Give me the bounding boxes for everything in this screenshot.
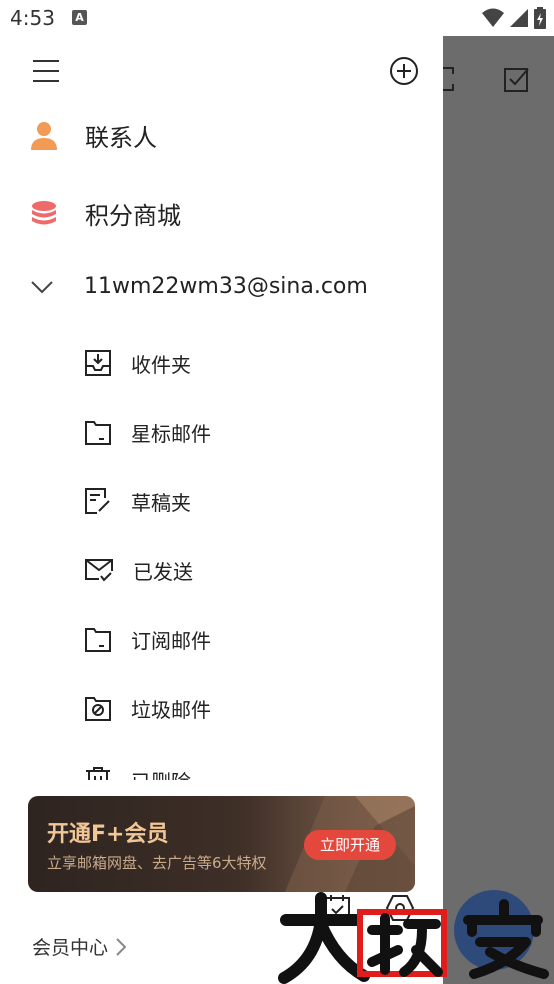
folder-label: 草稿夹 — [131, 490, 191, 515]
spam-folder-icon — [85, 697, 111, 721]
vip-title: 开通F+会员 — [47, 822, 169, 847]
folder-sent[interactable]: 已发送 — [85, 552, 193, 588]
vip-open-button[interactable]: 立即开通 — [304, 830, 396, 860]
vip-subtitle: 立享邮箱网盘、去广告等6大特权 — [47, 854, 267, 872]
member-center-label: 会员中心 — [32, 937, 109, 959]
nav-item-points-mall[interactable]: 积分商城 — [28, 196, 181, 231]
folder-inbox[interactable]: 收件夹 — [85, 345, 191, 381]
status-time: 4:53 — [10, 6, 55, 30]
edit-check-icon — [504, 68, 529, 92]
folder-label: 已发送 — [133, 559, 193, 584]
folder-label: 星标邮件 — [131, 421, 211, 446]
member-center-link[interactable]: 会员中心 — [32, 933, 127, 960]
coins-icon — [32, 200, 56, 224]
add-icon[interactable] — [389, 56, 419, 86]
signal-icon — [510, 9, 528, 27]
status-bar: 4:53 A — [0, 0, 554, 36]
contact-icon — [31, 121, 57, 150]
status-icons — [482, 7, 546, 29]
background-app-overlay[interactable] — [443, 36, 554, 984]
notification-icon: A — [72, 10, 87, 25]
sent-mail-icon — [85, 559, 113, 582]
account-email: 11wm22wm33@sina.com — [84, 274, 368, 299]
navigation-drawer: 联系人 积分商城 11wm22wm33@sina.com 收件夹 星标邮件 草稿… — [0, 36, 443, 984]
trash-icon — [86, 767, 110, 780]
menu-icon[interactable] — [30, 58, 60, 84]
chevron-down-icon — [31, 280, 53, 293]
folder-spam[interactable]: 垃圾邮件 — [85, 690, 211, 726]
folder-list-clip: 已删除 — [0, 758, 443, 780]
scan-icon — [443, 67, 454, 91]
folder-icon — [85, 628, 111, 652]
folder-label: 垃圾邮件 — [131, 697, 211, 722]
nav-item-label: 联系人 — [85, 124, 157, 152]
folder-label: 收件夹 — [131, 352, 191, 377]
folder-label: 订阅邮件 — [131, 628, 211, 653]
folder-subscriptions[interactable]: 订阅邮件 — [85, 621, 211, 657]
folder-icon — [85, 421, 111, 445]
folder-drafts[interactable]: 草稿夹 — [85, 483, 191, 519]
folder-label: 已删除 — [131, 766, 191, 781]
inbox-icon — [85, 350, 111, 376]
wifi-icon — [482, 8, 504, 27]
folder-starred[interactable]: 星标邮件 — [85, 414, 211, 450]
folder-deleted[interactable]: 已删除 — [85, 762, 191, 780]
vip-banner[interactable]: 开通F+会员 立享邮箱网盘、去广告等6大特权 立即开通 — [28, 796, 415, 892]
nav-item-label: 积分商城 — [85, 202, 181, 230]
draft-icon — [85, 488, 110, 514]
account-header[interactable]: 11wm22wm33@sina.com — [30, 274, 368, 299]
chevron-right-icon — [116, 937, 127, 956]
watermark-logo — [278, 890, 549, 984]
battery-icon — [534, 7, 546, 29]
nav-item-contacts[interactable]: 联系人 — [28, 118, 157, 153]
